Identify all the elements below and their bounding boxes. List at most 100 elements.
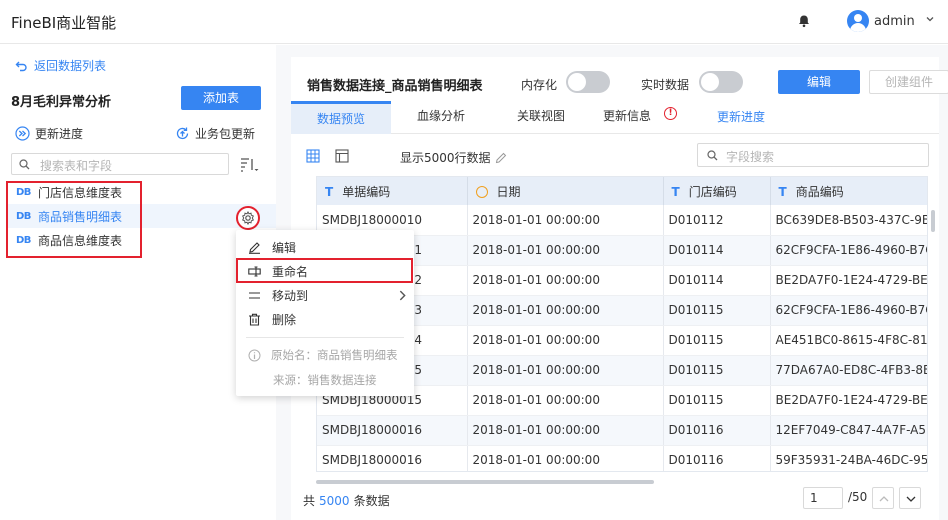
- menu-label: 移动到: [272, 288, 309, 303]
- create-component-button[interactable]: 创建组件: [869, 70, 948, 94]
- highlight-box-tables: [6, 181, 142, 258]
- table-settings-button[interactable]: [236, 206, 260, 230]
- pencil-icon: [495, 152, 506, 163]
- user-name[interactable]: admin: [874, 14, 915, 29]
- field-search-placeholder: 字段搜索: [726, 150, 775, 164]
- tab-data-preview[interactable]: 数据预览: [317, 110, 365, 127]
- table-cell: 62CF9CFA-1E86-4960-B7CA: [770, 295, 927, 326]
- vertical-scrollbar[interactable]: [931, 210, 935, 232]
- table-cell: 2018-01-01 00:00:00: [467, 355, 664, 386]
- bell-icon[interactable]: [797, 14, 811, 28]
- tab-lineage[interactable]: 血缘分析: [417, 107, 465, 124]
- layout-view-icon[interactable]: [335, 149, 349, 163]
- menu-item-edit[interactable]: 编辑: [236, 235, 414, 259]
- left-panel: 返回数据列表 8月毛利异常分析 添加表 更新进度 业务包更新 搜索表和字段 DB: [0, 45, 276, 520]
- table-cell: D010115: [663, 355, 771, 386]
- text-type-icon: T: [671, 184, 680, 199]
- record-count: 共 5000 条数据: [303, 494, 390, 508]
- source-name: 来源：销售数据连接: [273, 373, 377, 387]
- tab-update-info[interactable]: 更新信息: [603, 107, 651, 124]
- add-table-button[interactable]: 添加表: [181, 86, 261, 110]
- update-progress-button[interactable]: 更新进度: [15, 125, 83, 142]
- package-title: 8月毛利异常分析: [11, 95, 112, 110]
- chevron-down-icon[interactable]: [924, 13, 936, 25]
- warning-icon: !: [664, 107, 677, 120]
- app-brand: FineBI商业智能: [11, 14, 117, 32]
- table-header-row: T 单据编码 日期 T 门店编码 T 商品编码: [317, 177, 927, 205]
- table-cell: 2018-01-01 00:00:00: [467, 325, 664, 356]
- table-cell: D010115: [663, 385, 771, 416]
- menu-label: 删除: [272, 312, 297, 327]
- package-update-button[interactable]: 业务包更新: [175, 125, 255, 142]
- chevron-right-icon: [399, 290, 406, 301]
- menu-item-move-to[interactable]: 移动到: [236, 283, 414, 307]
- table-cell: 2018-01-01 00:00:00: [467, 445, 664, 471]
- clock-icon: [475, 185, 488, 198]
- info-icon: [248, 349, 261, 361]
- sort-icon[interactable]: [239, 156, 259, 174]
- table-cell: SMDBJ18000016: [317, 445, 468, 471]
- chevron-up-icon: [879, 496, 889, 502]
- realtime-toggle[interactable]: [699, 71, 743, 93]
- back-to-list-link[interactable]: 返回数据列表: [15, 57, 106, 74]
- record-count-number: 5000: [319, 494, 350, 508]
- gear-icon: [242, 211, 254, 225]
- menu-item-delete[interactable]: 删除: [236, 307, 414, 331]
- search-icon: [707, 150, 718, 161]
- table-cell: AE451BC0-8615-4F8C-8126: [770, 325, 927, 356]
- detail-tabs: 数据预览 血缘分析 关联视图 更新信息 ! 更新进度: [291, 98, 939, 134]
- next-page-button[interactable]: [899, 487, 921, 509]
- table-cell: D010114: [663, 235, 771, 266]
- row-count-label: 显示5000行数据: [400, 151, 491, 165]
- column-header[interactable]: T 商品编码: [770, 177, 927, 205]
- move-icon: [249, 291, 260, 299]
- search-placeholder: 搜索表和字段: [40, 159, 113, 173]
- table-context-menu: 编辑 重命名 移动到 删除 原始名：商品销售明细表 来源：销售数据连接: [236, 230, 414, 396]
- row-count-setting[interactable]: 显示5000行数据: [400, 149, 507, 166]
- table-cell: 2018-01-01 00:00:00: [467, 265, 664, 296]
- search-icon: [19, 159, 30, 170]
- original-name-info: 原始名：商品销售明细表: [248, 347, 398, 363]
- column-header[interactable]: T 门店编码: [663, 177, 771, 205]
- table-cell: 2018-01-01 00:00:00: [467, 295, 664, 326]
- highlight-box-rename: [236, 258, 413, 283]
- avatar[interactable]: [847, 10, 869, 32]
- table-cell: BE2DA7F0-1E24-4729-BEDS: [770, 385, 927, 416]
- table-cell: D010116: [663, 415, 771, 446]
- table-cell: BC639DE8-B503-437C-9B6: [770, 205, 927, 236]
- grid-view-icon[interactable]: [306, 149, 320, 163]
- prev-page-button[interactable]: [872, 487, 894, 509]
- table-cell: 2018-01-01 00:00:00: [467, 415, 664, 446]
- table-cell: D010115: [663, 295, 771, 326]
- table-cell: D010116: [663, 445, 771, 471]
- column-header[interactable]: T 单据编码: [317, 177, 468, 205]
- original-name: 原始名：商品销售明细表: [271, 348, 398, 362]
- table-cell: D010112: [663, 205, 771, 236]
- table-cell: 77DA67A0-ED8C-4FB3-8E0: [770, 355, 927, 386]
- tab-relation-view[interactable]: 关联视图: [517, 107, 565, 124]
- page-total: /50: [848, 490, 868, 504]
- table-cell: 59F35931-24BA-46DC-9551: [770, 445, 927, 471]
- table-cell: 2018-01-01 00:00:00: [467, 205, 664, 236]
- table-cell: 2018-01-01 00:00:00: [467, 385, 664, 416]
- fast-forward-icon: [15, 126, 30, 141]
- back-label: 返回数据列表: [34, 59, 107, 73]
- tab-update-progress[interactable]: 更新进度: [717, 108, 765, 125]
- memory-label: 内存化: [521, 78, 558, 92]
- column-header[interactable]: 日期: [467, 177, 664, 205]
- text-type-icon: T: [325, 184, 334, 199]
- pencil-icon: [249, 241, 260, 254]
- package-update-label: 业务包更新: [195, 127, 256, 141]
- table-cell: D010115: [663, 325, 771, 356]
- table-cell: D010114: [663, 265, 771, 296]
- table-search-input[interactable]: 搜索表和字段: [11, 153, 229, 175]
- realtime-label: 实时数据: [641, 78, 690, 92]
- text-type-icon: T: [778, 184, 787, 199]
- field-search-input[interactable]: 字段搜索: [697, 143, 929, 167]
- page-number-input[interactable]: 1: [803, 487, 843, 509]
- memory-toggle[interactable]: [566, 71, 610, 93]
- horizontal-scrollbar[interactable]: [316, 480, 654, 484]
- table-cell: 12EF7049-C847-4A7F-A5B4: [770, 415, 927, 446]
- edit-button[interactable]: 编辑: [778, 70, 860, 94]
- table-row: SMDBJ18000016 2018-01-01 00:00:00 D010116 5…: [317, 445, 927, 471]
